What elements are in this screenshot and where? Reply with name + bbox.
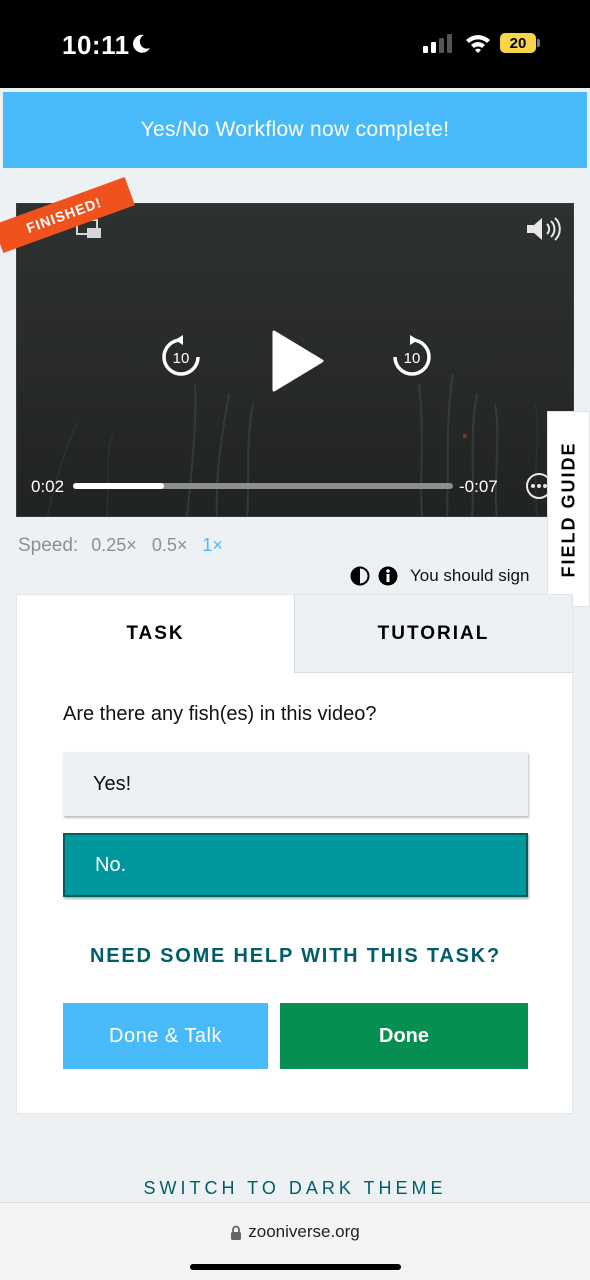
need-help-link[interactable]: NEED SOME HELP WITH THIS TASK? (17, 945, 574, 968)
field-guide-button[interactable]: FIELD GUIDE (547, 411, 590, 607)
moon-icon (133, 34, 150, 53)
video-player[interactable]: 10 10 0:02 -0:07 (16, 203, 574, 517)
rewind-seconds: 10 (173, 350, 190, 367)
tab-tutorial[interactable]: TUTORIAL (294, 595, 572, 673)
status-time: 10:11 (62, 30, 130, 60)
field-guide-label: FIELD GUIDE (558, 440, 579, 578)
progress-bar[interactable] (73, 483, 453, 489)
sign-in-notice: You should sign (350, 566, 529, 586)
speed-option-0-25[interactable]: 0.25× (91, 535, 137, 555)
elapsed-time: 0:02 (31, 477, 65, 496)
forward-seconds: 10 (404, 350, 421, 367)
status-bar: 10:11 20 (0, 0, 590, 88)
answer-no-button[interactable]: No. (63, 833, 528, 897)
play-icon[interactable] (270, 330, 324, 392)
home-indicator[interactable] (190, 1264, 401, 1270)
speed-option-0-5[interactable]: 0.5× (152, 535, 188, 555)
info-icon[interactable] (378, 566, 398, 586)
task-tabs: TASK TUTORIAL (17, 595, 572, 673)
lock-icon (231, 1225, 242, 1240)
contrast-icon[interactable] (350, 566, 370, 586)
forward-10-icon[interactable]: 10 (390, 334, 434, 378)
battery-icon: 20 (500, 32, 542, 54)
completion-banner: Yes/No Workflow now complete! (3, 92, 587, 168)
tab-task[interactable]: TASK (17, 595, 294, 673)
url-display[interactable]: zooniverse.org (0, 1222, 590, 1242)
progress-fill (73, 483, 165, 489)
task-question: Are there any fish(es) in this video? (63, 703, 377, 725)
wifi-icon (466, 35, 490, 53)
sign-in-text: You should sign (410, 566, 530, 585)
browser-url-bar[interactable]: zooniverse.org (0, 1202, 590, 1280)
remaining-time: -0:07 (459, 477, 498, 496)
rewind-10-icon[interactable]: 10 (159, 334, 203, 378)
task-panel: TASK TUTORIAL Are there any fish(es) in … (16, 594, 573, 1114)
battery-level: 20 (500, 33, 536, 53)
speed-option-1[interactable]: 1× (202, 535, 223, 555)
switch-dark-theme-link[interactable]: SWITCH TO DARK THEME (0, 1178, 590, 1199)
done-and-talk-button[interactable]: Done & Talk (63, 1003, 268, 1069)
done-button[interactable]: Done (280, 1003, 528, 1069)
answer-yes-button[interactable]: Yes! (63, 752, 528, 816)
speed-label: Speed: (18, 535, 79, 556)
speed-controls: Speed: 0.25× 0.5× 1× (18, 535, 233, 557)
url-text: zooniverse.org (248, 1222, 360, 1241)
volume-icon[interactable] (525, 216, 563, 242)
signal-icon (423, 34, 452, 53)
